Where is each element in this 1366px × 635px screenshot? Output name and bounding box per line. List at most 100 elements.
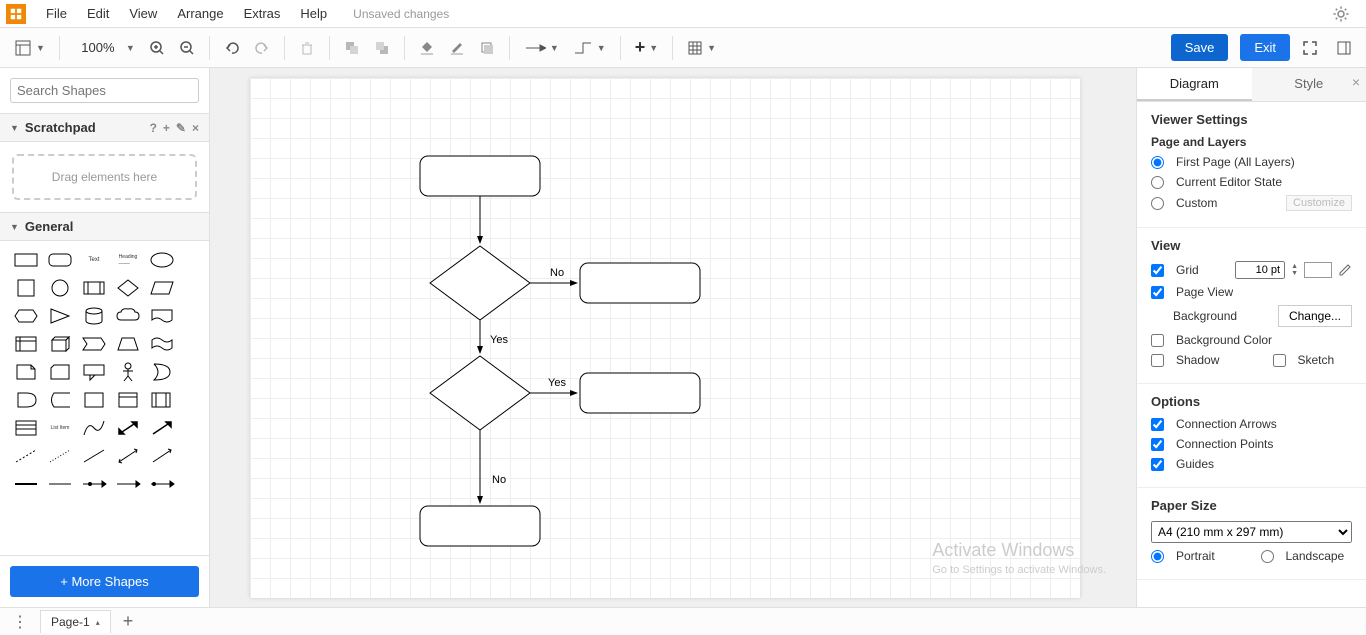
zoom-out-icon[interactable] bbox=[173, 34, 201, 62]
to-front-icon[interactable] bbox=[338, 34, 366, 62]
node-start[interactable] bbox=[420, 156, 540, 196]
undo-icon[interactable] bbox=[218, 34, 246, 62]
shape-link-arrow2[interactable] bbox=[114, 473, 142, 495]
menu-edit[interactable]: Edit bbox=[77, 2, 119, 25]
radio-first-page[interactable] bbox=[1151, 156, 1164, 169]
redo-icon[interactable] bbox=[248, 34, 276, 62]
check-conn-arrows[interactable] bbox=[1151, 418, 1164, 431]
waypoint-dropdown[interactable]: ▼ bbox=[567, 34, 612, 62]
menu-view[interactable]: View bbox=[119, 2, 167, 25]
table-dropdown[interactable]: ▼ bbox=[681, 34, 722, 62]
shape-bidir-arrow[interactable] bbox=[114, 417, 142, 439]
radio-landscape[interactable] bbox=[1261, 550, 1274, 563]
shape-curve[interactable] bbox=[80, 417, 108, 439]
view-dropdown[interactable]: ▼ bbox=[8, 34, 51, 62]
shape-frame[interactable] bbox=[114, 389, 142, 411]
menu-arrange[interactable]: Arrange bbox=[167, 2, 233, 25]
shape-roundrect[interactable] bbox=[46, 249, 74, 271]
shape-rect[interactable] bbox=[12, 249, 40, 271]
check-guides[interactable] bbox=[1151, 458, 1164, 471]
search-field[interactable] bbox=[17, 83, 193, 98]
shape-parallelogram[interactable] bbox=[148, 277, 176, 299]
menu-extras[interactable]: Extras bbox=[234, 2, 291, 25]
check-shadow[interactable] bbox=[1151, 354, 1164, 367]
shape-cloud[interactable] bbox=[114, 305, 142, 327]
shape-bidir-thin[interactable] bbox=[114, 445, 142, 467]
shape-or[interactable] bbox=[148, 361, 176, 383]
shape-textbox[interactable]: Heading____ bbox=[114, 249, 142, 271]
scratchpad-header[interactable]: ▼ Scratchpad ? + ✎ × bbox=[0, 113, 209, 142]
tab-style[interactable]: Style bbox=[1252, 68, 1366, 101]
shape-tape[interactable] bbox=[148, 333, 176, 355]
shape-link-arrow1[interactable] bbox=[80, 473, 108, 495]
shape-card[interactable] bbox=[46, 361, 74, 383]
scratchpad-drop-area[interactable]: Drag elements here bbox=[12, 154, 197, 200]
shape-note[interactable] bbox=[12, 361, 40, 383]
format-panel-icon[interactable] bbox=[1330, 34, 1358, 62]
check-grid[interactable] bbox=[1151, 264, 1164, 277]
save-button[interactable]: Save bbox=[1171, 34, 1229, 61]
shape-datastore[interactable] bbox=[46, 389, 74, 411]
theme-icon[interactable] bbox=[1332, 5, 1350, 23]
shape-actor[interactable] bbox=[114, 361, 142, 383]
shape-cube[interactable] bbox=[46, 333, 74, 355]
page-tab-1[interactable]: Page-1 ▴ bbox=[40, 610, 111, 633]
insert-dropdown[interactable]: +▼ bbox=[629, 34, 664, 62]
exit-button[interactable]: Exit bbox=[1240, 34, 1290, 61]
check-page-view[interactable] bbox=[1151, 286, 1164, 299]
zoom-dropdown[interactable]: 100% ▼ bbox=[68, 34, 141, 62]
menu-file[interactable]: File bbox=[36, 2, 77, 25]
panel-close-icon[interactable]: × bbox=[1352, 74, 1360, 90]
check-sketch[interactable] bbox=[1273, 354, 1286, 367]
shape-dotted-line[interactable] bbox=[46, 445, 74, 467]
add-page-button[interactable]: + bbox=[117, 611, 140, 632]
grid-size-input[interactable] bbox=[1235, 261, 1285, 279]
shape-process[interactable] bbox=[80, 277, 108, 299]
fullscreen-icon[interactable] bbox=[1296, 34, 1324, 62]
node-bottom[interactable] bbox=[420, 506, 540, 546]
shape-callout[interactable] bbox=[80, 361, 108, 383]
shape-circle[interactable] bbox=[46, 277, 74, 299]
shape-hexagon[interactable] bbox=[12, 305, 40, 327]
node-decision-1[interactable] bbox=[430, 246, 530, 320]
grid-color-swatch[interactable] bbox=[1304, 262, 1332, 278]
grid-color-edit-icon[interactable] bbox=[1338, 263, 1352, 277]
radio-portrait[interactable] bbox=[1151, 550, 1164, 563]
menu-help[interactable]: Help bbox=[290, 2, 337, 25]
shape-document[interactable] bbox=[148, 305, 176, 327]
node-right-2[interactable] bbox=[580, 373, 700, 413]
more-shapes-button[interactable]: + More Shapes bbox=[10, 566, 199, 597]
radio-current-editor[interactable] bbox=[1151, 176, 1164, 189]
shape-list-item[interactable]: List Item bbox=[46, 417, 74, 439]
paper-size-select[interactable]: A4 (210 mm x 297 mm) bbox=[1151, 521, 1352, 543]
shape-square[interactable] bbox=[12, 277, 40, 299]
shape-text[interactable]: Text bbox=[80, 249, 108, 271]
grid-size-down[interactable]: ▼ bbox=[1291, 270, 1298, 277]
shape-dashed-line[interactable] bbox=[12, 445, 40, 467]
shape-list[interactable] bbox=[12, 417, 40, 439]
radio-custom[interactable] bbox=[1151, 197, 1164, 210]
search-shapes-input[interactable] bbox=[10, 78, 199, 103]
fill-color-icon[interactable] bbox=[413, 34, 441, 62]
check-bg-color[interactable] bbox=[1151, 334, 1164, 347]
zoom-in-icon[interactable] bbox=[143, 34, 171, 62]
change-background-button[interactable]: Change... bbox=[1278, 305, 1352, 327]
shape-link-solid[interactable] bbox=[12, 473, 40, 495]
shape-line[interactable] bbox=[80, 445, 108, 467]
shape-link-arrow3[interactable] bbox=[148, 473, 176, 495]
shape-dir-thin[interactable] bbox=[148, 445, 176, 467]
grid-size-up[interactable]: ▲ bbox=[1291, 263, 1298, 270]
delete-icon[interactable] bbox=[293, 34, 321, 62]
to-back-icon[interactable] bbox=[368, 34, 396, 62]
shape-internal-storage[interactable] bbox=[12, 333, 40, 355]
shape-ellipse[interactable] bbox=[148, 249, 176, 271]
shape-triangle[interactable] bbox=[46, 305, 74, 327]
general-header[interactable]: ▼ General bbox=[0, 212, 209, 241]
node-decision-2[interactable] bbox=[430, 356, 530, 430]
scratchpad-add-icon[interactable]: + bbox=[163, 121, 170, 135]
node-right-1[interactable] bbox=[580, 263, 700, 303]
shape-arrow[interactable] bbox=[148, 417, 176, 439]
shape-trapezoid[interactable] bbox=[114, 333, 142, 355]
shape-link-thin[interactable] bbox=[46, 473, 74, 495]
shape-and[interactable] bbox=[12, 389, 40, 411]
